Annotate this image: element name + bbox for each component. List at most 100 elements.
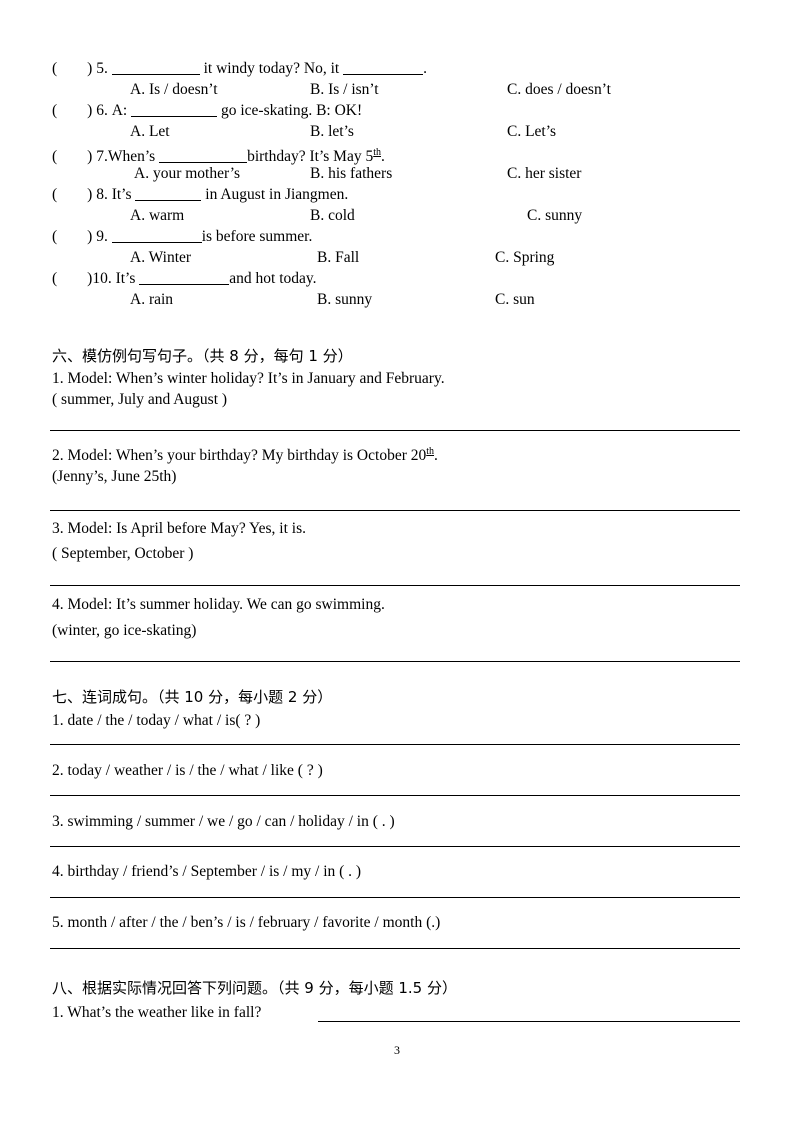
section-six-item-1-prompt: ( summer, July and August ) bbox=[52, 389, 227, 410]
mc-text-6a: A: bbox=[111, 102, 132, 119]
mc-text-8a: It’s bbox=[111, 186, 136, 203]
bracket-open-8: ( bbox=[52, 186, 58, 203]
mc-option-9-b[interactable]: B. Fall bbox=[317, 247, 359, 268]
mc-option-7-c[interactable]: C. her sister bbox=[507, 163, 581, 184]
mc-option-6-b[interactable]: B. let’s bbox=[310, 121, 354, 142]
section-seven-item-3: 3. swimming / summer / we / go / can / h… bbox=[52, 811, 395, 832]
mc-option-9-a[interactable]: A. Winter bbox=[130, 247, 191, 268]
mc-number-5: 5. bbox=[96, 60, 108, 77]
multiple-choice-block: () 5. it windy today? No, it . A. Is / d… bbox=[52, 58, 752, 310]
mc-options-5: A. Is / doesn’t B. Is / isn’t C. does / … bbox=[52, 79, 752, 100]
mc-option-6-a[interactable]: A. Let bbox=[130, 121, 170, 142]
mc-blank-6 bbox=[131, 103, 218, 117]
section-six-item-3-prompt: ( September, October ) bbox=[52, 543, 193, 564]
section-six-item-2-prompt: (Jenny’s, June 25th) bbox=[52, 466, 176, 487]
section-eight-item-1-text: 1. What’s the weather like in fall? bbox=[52, 1004, 262, 1021]
section-six-item-4-model: 4. Model: It’s summer holiday. We can go… bbox=[52, 594, 385, 615]
mc-item-9: () 9. is before summer. bbox=[52, 226, 752, 247]
mc-item-6: () 6. A: go ice-skating. B: OK! bbox=[52, 100, 752, 121]
section-seven-answer-rule-2[interactable] bbox=[50, 795, 740, 796]
mc-option-10-c[interactable]: C. sun bbox=[495, 289, 535, 310]
bracket-open-5: ( bbox=[52, 60, 58, 77]
section-seven-item-3-text: 3. swimming / summer / we / go / can / h… bbox=[52, 813, 395, 830]
mc-option-5-a[interactable]: A. Is / doesn’t bbox=[130, 79, 218, 100]
section-six-answer-rule-4[interactable] bbox=[50, 661, 740, 662]
bracket-open-6: ( bbox=[52, 102, 58, 119]
page-number: 3 bbox=[0, 1043, 794, 1058]
section-six-item-2-model-text: 2. Model: When’s your birthday? My birth… bbox=[52, 447, 427, 465]
mc-text-5a: it windy today? No, it bbox=[199, 60, 344, 77]
section-six-item-2-prompt-text: (Jenny’s, June 25th) bbox=[52, 468, 177, 485]
mc-option-9-c[interactable]: C. Spring bbox=[495, 247, 554, 268]
mc-option-7-a[interactable]: A. your mother’s bbox=[134, 163, 240, 184]
mc-stem-5: () 5. it windy today? No, it . bbox=[52, 58, 427, 79]
ordinal-suffix-7: th bbox=[373, 147, 381, 158]
mc-stem-9: () 9. is before summer. bbox=[52, 226, 312, 247]
mc-text-9: is before summer. bbox=[201, 228, 313, 245]
page-number-text: 3 bbox=[394, 1043, 400, 1057]
section-seven-answer-rule-3[interactable] bbox=[50, 846, 740, 847]
mc-text-10b: and hot today. bbox=[229, 270, 317, 287]
mc-blank-8 bbox=[135, 187, 202, 201]
section-six-item-2-model: 2. Model: When’s your birthday? My birth… bbox=[52, 441, 438, 466]
mc-option-7-b[interactable]: B. his fathers bbox=[310, 163, 392, 184]
mc-option-8-a[interactable]: A. warm bbox=[130, 205, 184, 226]
mc-option-5-b[interactable]: B. Is / isn’t bbox=[310, 79, 379, 100]
section-seven-answer-rule-1[interactable] bbox=[50, 744, 740, 745]
mc-blank-7 bbox=[159, 149, 248, 164]
mc-option-5-c[interactable]: C. does / doesn’t bbox=[507, 79, 611, 100]
mc-text-6b: go ice-skating. B: OK! bbox=[217, 102, 363, 119]
bracket-open-9: ( bbox=[52, 228, 58, 245]
mc-stem-8: () 8. It’s in August in Jiangmen. bbox=[52, 184, 348, 205]
mc-options-6: A. Let B. let’s C. Let’s bbox=[52, 121, 752, 142]
mc-number-9: 9. bbox=[96, 228, 108, 245]
section-six-item-3-model: 3. Model: Is April before May? Yes, it i… bbox=[52, 518, 306, 539]
section-six-heading: 六、模仿例句写句子。（共 8 分，每句 1 分） bbox=[52, 345, 353, 367]
mc-item-7: () 7.When’s birthday? It’s May 5th. bbox=[52, 142, 752, 165]
mc-item-5: () 5. it windy today? No, it . bbox=[52, 58, 752, 79]
mc-option-6-c[interactable]: C. Let’s bbox=[507, 121, 556, 142]
section-six-item-4-prompt-text: (winter, go ice-skating) bbox=[52, 622, 197, 639]
section-six-item-4-prompt: (winter, go ice-skating) bbox=[52, 620, 196, 641]
section-six-item-4-model-text: 4. Model: It’s summer holiday. We can go… bbox=[52, 596, 385, 613]
section-seven-answer-rule-5[interactable] bbox=[50, 948, 740, 949]
bracket-open-10: ( bbox=[52, 270, 58, 287]
mc-stem-6: () 6. A: go ice-skating. B: OK! bbox=[52, 100, 362, 121]
bracket-close-8: ) bbox=[87, 186, 93, 203]
ordinal-suffix-oct20: th bbox=[426, 446, 435, 457]
section-eight-heading-text: 八、根据实际情况回答下列问题。（共 9 分，每小题 1.5 分） bbox=[52, 979, 457, 997]
section-seven-answer-rule-4[interactable] bbox=[50, 897, 740, 898]
section-eight-heading: 八、根据实际情况回答下列问题。（共 9 分，每小题 1.5 分） bbox=[52, 977, 457, 999]
mc-number-10: 10. bbox=[92, 270, 112, 287]
mc-item-8: () 8. It’s in August in Jiangmen. bbox=[52, 184, 752, 205]
section-seven-item-5: 5. month / after / the / ben’s / is / fe… bbox=[52, 912, 440, 933]
mc-number-6: 6. bbox=[96, 102, 108, 119]
mc-option-10-a[interactable]: A. rain bbox=[130, 289, 173, 310]
mc-item-10: ()10. It’s and hot today. bbox=[52, 268, 752, 289]
section-six-answer-rule-3[interactable] bbox=[50, 585, 740, 586]
section-eight-item-1: 1. What’s the weather like in fall? bbox=[52, 1002, 261, 1023]
section-seven-item-1: 1. date / the / today / what / is( ? ) bbox=[52, 710, 260, 731]
exam-page: () 5. it windy today? No, it . A. Is / d… bbox=[0, 0, 794, 1123]
section-six-item-2-model-tail: . bbox=[434, 447, 438, 465]
section-seven-heading: 七、连词成句。（共 10 分，每小题 2 分） bbox=[52, 686, 332, 708]
section-seven-item-2: 2. today / weather / is / the / what / l… bbox=[52, 760, 323, 781]
mc-options-7: A. your mother’s B. his fathers C. her s… bbox=[52, 163, 752, 184]
mc-options-10: A. rain B. sunny C. sun bbox=[52, 289, 752, 310]
mc-blank-9 bbox=[111, 229, 202, 243]
mc-text-8b: in August in Jiangmen. bbox=[201, 186, 349, 203]
mc-option-10-b[interactable]: B. sunny bbox=[317, 289, 372, 310]
mc-stem-10: ()10. It’s and hot today. bbox=[52, 268, 317, 289]
mc-option-8-b[interactable]: B. cold bbox=[310, 205, 355, 226]
section-six-answer-rule-2[interactable] bbox=[50, 510, 740, 511]
mc-options-9: A. Winter B. Fall C. Spring bbox=[52, 247, 752, 268]
mc-options-8: A. warm B. cold C. sunny bbox=[52, 205, 752, 226]
mc-blank-5a bbox=[111, 61, 200, 75]
section-six-item-1-prompt-text: ( summer, July and August ) bbox=[52, 391, 228, 408]
mc-text-10a: It’s bbox=[115, 270, 140, 287]
section-six-answer-rule-1[interactable] bbox=[50, 430, 740, 431]
mc-option-8-c[interactable]: C. sunny bbox=[527, 205, 582, 226]
mc-blank-5b bbox=[343, 61, 424, 75]
section-eight-answer-underline-1[interactable] bbox=[318, 1021, 740, 1022]
section-seven-item-4-text: 4. birthday / friend’s / September / is … bbox=[52, 863, 362, 880]
